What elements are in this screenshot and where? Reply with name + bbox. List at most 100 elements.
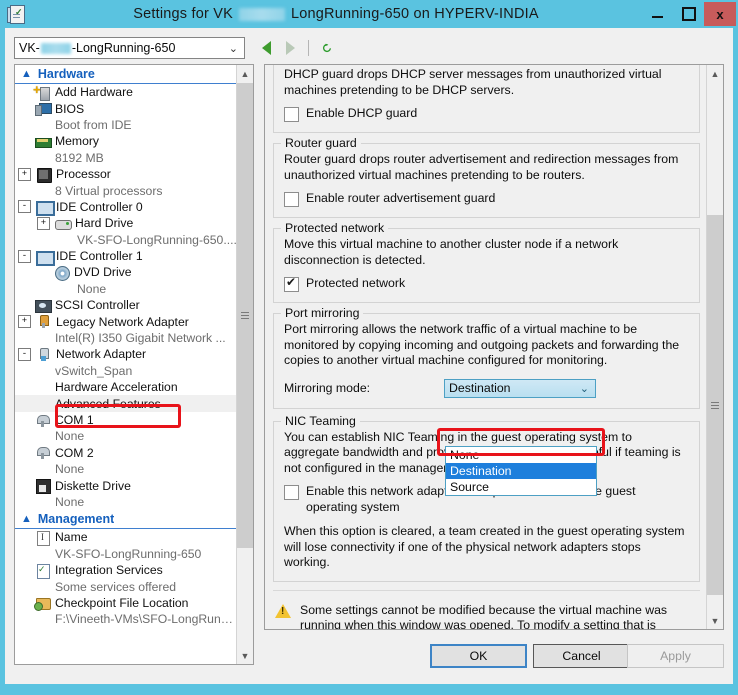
tree-item-ide-controller-1[interactable]: - IDE Controller 1 xyxy=(15,248,237,266)
collapse-toggle[interactable]: - xyxy=(18,347,31,361)
collapse-toggle[interactable]: - xyxy=(18,249,31,263)
cancel-button[interactable]: Cancel xyxy=(533,644,630,668)
protected-network-label: Protected network xyxy=(306,276,406,290)
tree-item-label: DVD Drive xyxy=(74,265,132,280)
tree-item-advanced-features[interactable]: Advanced Features xyxy=(15,395,237,412)
tree-item-label: Legacy Network Adapter xyxy=(56,314,189,329)
tree-item-checkpoint-file-location[interactable]: Checkpoint File Location xyxy=(15,595,237,612)
enable-router-guard-row[interactable]: Enable router advertisement guard xyxy=(284,191,689,207)
settings-tree: ▲ Hardware Add Hardware BIOS Boot from I… xyxy=(15,65,237,664)
tree-item-bios[interactable]: BIOS xyxy=(15,100,237,117)
enable-nic-teaming-checkbox[interactable] xyxy=(284,485,299,500)
tree-section-hardware[interactable]: ▲ Hardware xyxy=(15,65,237,84)
tree-item-com-1[interactable]: COM 1 xyxy=(15,412,237,428)
expand-toggle[interactable]: + xyxy=(18,167,31,181)
tree-item-com-2[interactable]: COM 2 xyxy=(15,445,237,461)
enable-dhcp-guard-row[interactable]: Enable DHCP guard xyxy=(284,106,689,122)
protected-network-description: Move this virtual machine to another clu… xyxy=(284,237,619,267)
tree-scroll-thumb[interactable] xyxy=(237,83,253,548)
collapse-toggle[interactable]: - xyxy=(18,200,31,214)
legacy-network-adapter-icon xyxy=(35,314,52,329)
watermark xyxy=(728,681,732,693)
tree-item-sublabel: None xyxy=(55,429,85,444)
settings-tree-panel[interactable]: ▲ Hardware Add Hardware BIOS Boot from I… xyxy=(14,64,254,665)
processor-icon xyxy=(35,167,52,183)
maximize-button[interactable] xyxy=(673,2,704,26)
tree-item-memory[interactable]: Memory xyxy=(15,133,237,149)
enable-dhcp-guard-checkbox[interactable] xyxy=(284,107,299,122)
ok-button[interactable]: OK xyxy=(430,644,527,668)
tree-item-bios-sub: Boot from IDE xyxy=(15,117,237,133)
mirroring-mode-dropdown-list[interactable]: None Destination Source xyxy=(445,446,597,496)
mirroring-mode-combobox[interactable]: Destination ⌄ xyxy=(444,378,596,398)
scroll-grip-icon xyxy=(711,400,719,411)
tree-item-hard-drive[interactable]: + Hard Drive xyxy=(15,215,237,231)
dialog-body: VK- -LongRunning-650 ⌄ ▲ Hardware + Add … xyxy=(5,28,733,684)
redacted-title-segment xyxy=(238,7,285,21)
vm-name-prefix: VK- xyxy=(19,41,40,55)
tree-item-label: Checkpoint File Location xyxy=(55,595,189,610)
dialog-button-bar: OK Cancel Apply xyxy=(5,644,733,670)
refresh-button[interactable] xyxy=(316,37,338,59)
close-button[interactable]: x xyxy=(704,2,736,26)
tree-item-sublabel: 8 Virtual processors xyxy=(55,183,163,198)
scroll-up-button[interactable]: ▲ xyxy=(237,65,253,82)
minimize-icon xyxy=(652,16,663,18)
vm-selector-combobox[interactable]: VK- -LongRunning-650 ⌄ xyxy=(14,37,245,59)
tree-section-label: Management xyxy=(37,512,115,527)
tree-item-diskette-drive-sub: None xyxy=(15,494,237,510)
toolbar-divider xyxy=(308,40,309,56)
mirroring-mode-row: Mirroring mode: Destination ⌄ xyxy=(284,378,689,398)
dropdown-option-source[interactable]: Source xyxy=(446,479,596,495)
settings-document-icon: ✓ xyxy=(4,2,30,26)
tree-item-hard-drive-sub: VK-SFO-LongRunning-650.... xyxy=(15,232,237,248)
tree-item-network-adapter[interactable]: - Network Adapter xyxy=(15,346,237,362)
tree-item-processor-sub: 8 Virtual processors xyxy=(15,182,237,198)
settings-window: ✓ Settings for VK LongRunning-650 on HYP… xyxy=(0,0,738,695)
ide-controller-icon xyxy=(35,199,55,217)
tree-section-management[interactable]: ▲ Management xyxy=(15,510,237,530)
tree-item-name[interactable]: Name xyxy=(15,529,237,546)
tree-item-label: Advanced Features xyxy=(55,396,161,411)
protected-network-checkbox[interactable] xyxy=(284,275,299,292)
tree-item-hardware-acceleration[interactable]: Hardware Acceleration xyxy=(15,379,237,395)
tree-item-label: SCSI Controller xyxy=(55,298,140,313)
window-title: Settings for VK LongRunning-650 on HYPER… xyxy=(30,6,738,22)
content-scroll-thumb[interactable] xyxy=(707,215,723,595)
tree-item-com-2-sub: None xyxy=(15,461,237,477)
tree-item-legacy-network-adapter[interactable]: + Legacy Network Adapter xyxy=(15,313,237,329)
tree-item-ide-controller-0[interactable]: - IDE Controller 0 xyxy=(15,199,237,217)
tree-item-diskette-drive[interactable]: Diskette Drive xyxy=(15,477,237,495)
tree-item-add-hardware[interactable]: Add Hardware xyxy=(15,83,237,101)
enable-dhcp-guard-label: Enable DHCP guard xyxy=(306,106,418,120)
tree-item-sublabel: None xyxy=(77,281,107,296)
scroll-up-button[interactable]: ▲ xyxy=(707,65,723,82)
tree-item-processor[interactable]: + Processor xyxy=(15,166,237,183)
advanced-features-content: DHCP guard drops DHCP server messages fr… xyxy=(265,65,708,629)
ide-controller-icon xyxy=(35,249,55,266)
tree-item-dvd-drive[interactable]: DVD Drive xyxy=(15,264,237,281)
protected-network-row[interactable]: Protected network xyxy=(284,275,689,292)
dropdown-option-destination[interactable]: Destination xyxy=(446,463,596,479)
tree-item-label: BIOS xyxy=(55,101,85,116)
router-guard-legend: Router guard xyxy=(281,136,361,150)
tree-scrollbar[interactable]: ▲ ▼ xyxy=(236,65,253,664)
expand-toggle[interactable]: + xyxy=(37,216,50,230)
back-button[interactable] xyxy=(255,37,277,59)
apply-button[interactable]: Apply xyxy=(627,644,724,668)
memory-icon xyxy=(34,134,52,149)
dropdown-option-none[interactable]: None xyxy=(446,447,596,463)
enable-router-guard-checkbox[interactable] xyxy=(284,192,299,207)
minimize-button[interactable] xyxy=(642,2,673,26)
expand-toggle[interactable]: + xyxy=(18,315,31,329)
forward-button[interactable] xyxy=(279,37,301,59)
tree-item-scsi-controller[interactable]: SCSI Controller xyxy=(15,297,237,313)
scroll-grip-icon xyxy=(241,310,249,321)
tree-item-integration-services[interactable]: Integration Services xyxy=(15,562,237,579)
scroll-down-button[interactable]: ▼ xyxy=(707,612,723,629)
content-scrollbar[interactable]: ▲ ▼ xyxy=(706,65,723,629)
enable-router-guard-label: Enable router advertisement guard xyxy=(306,191,496,205)
network-adapter-icon xyxy=(35,347,52,362)
nic-teaming-note: When this option is cleared, a team crea… xyxy=(284,524,685,569)
tree-item-label: Processor xyxy=(56,167,111,182)
